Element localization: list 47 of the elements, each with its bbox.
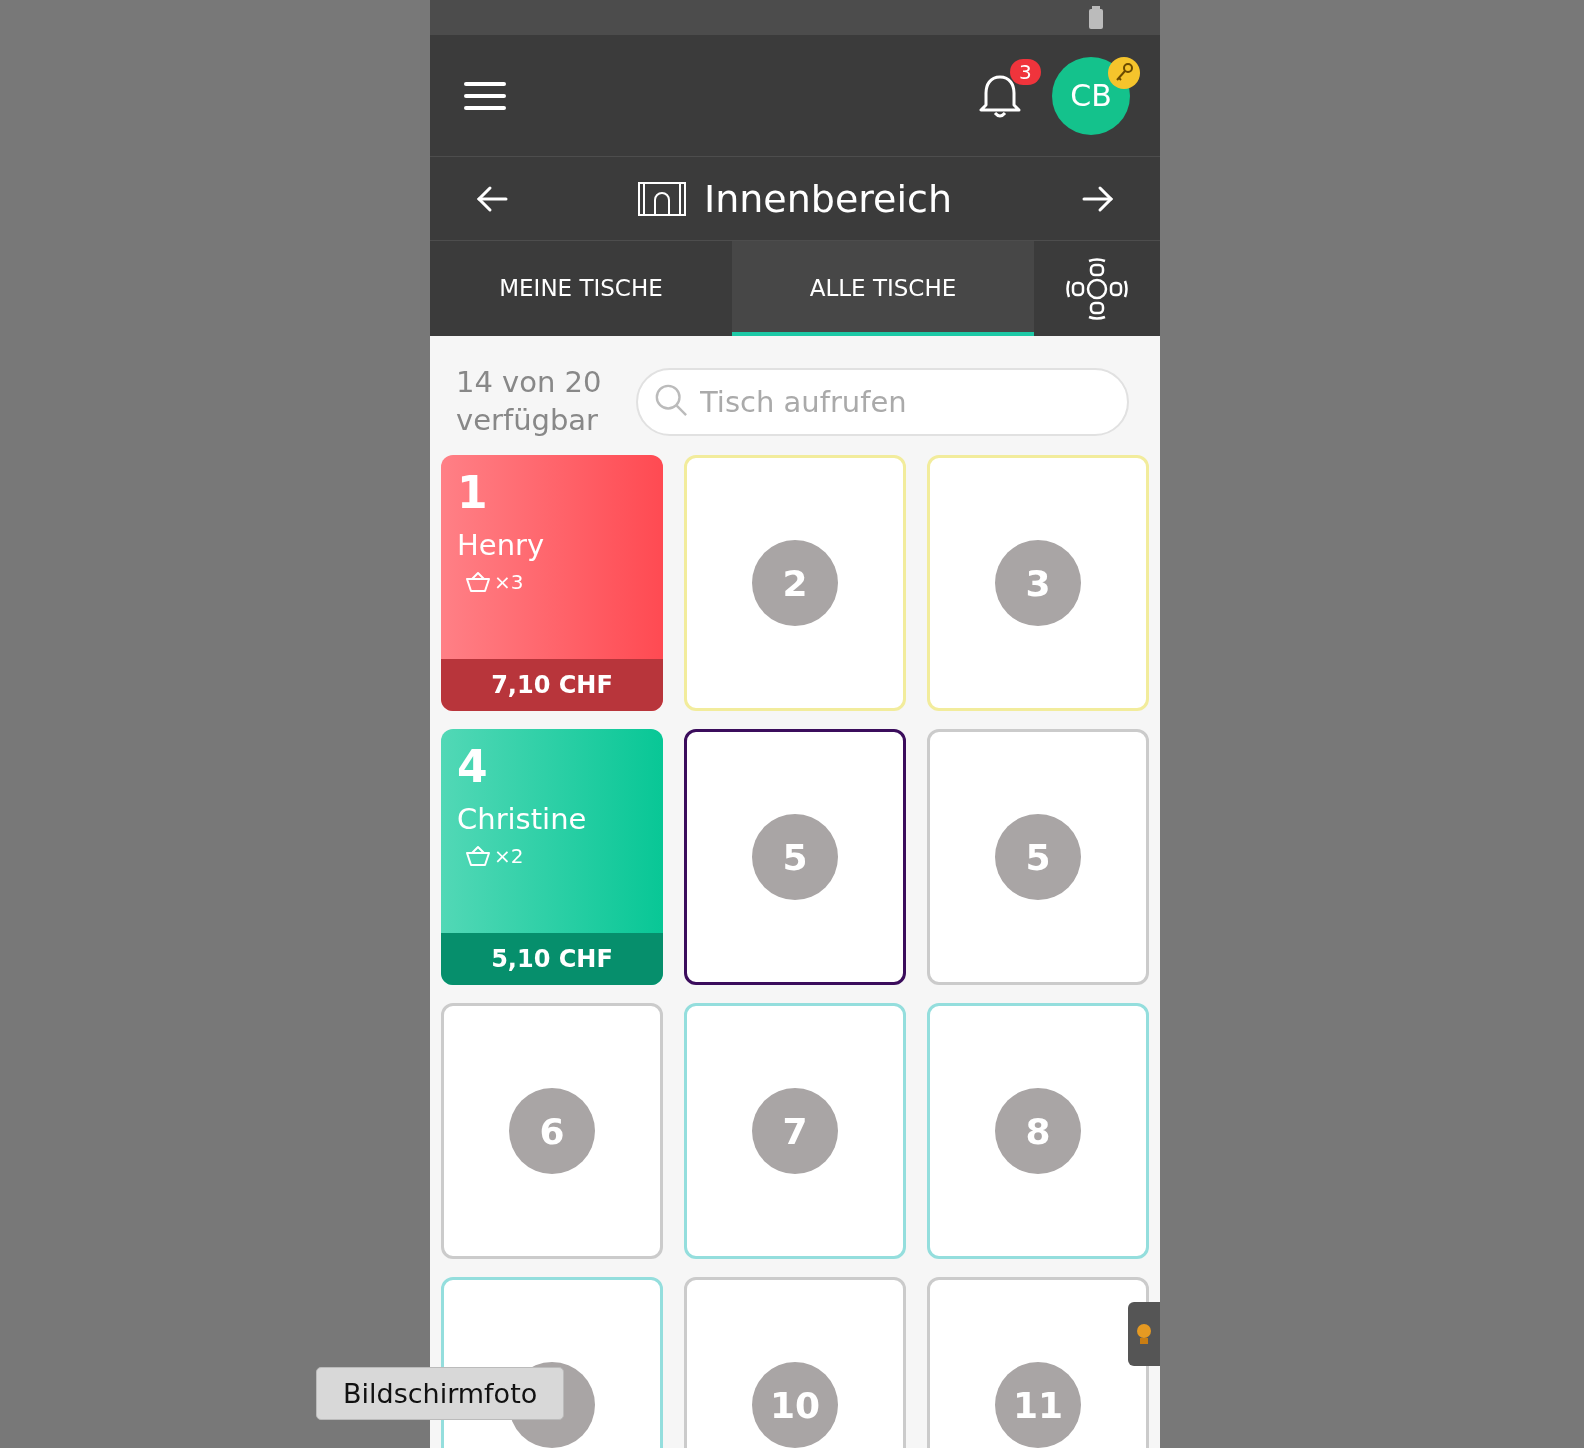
room-icon — [637, 181, 686, 216]
table-card[interactable]: 7 — [684, 1003, 906, 1260]
table-card[interactable]: 3 — [927, 455, 1149, 712]
basket-icon — [465, 845, 491, 868]
side-handle[interactable] — [1128, 1302, 1160, 1366]
menu-icon[interactable] — [464, 80, 506, 111]
table-number: 8 — [995, 1088, 1081, 1175]
guest-name: Christine — [456, 801, 588, 837]
table-card[interactable]: 6 — [441, 1003, 663, 1260]
table-number: 11 — [995, 1362, 1081, 1448]
table-card[interactable]: 8 — [927, 1003, 1149, 1260]
table-card[interactable]: 4 Christine ×2 5,10 CHF — [441, 729, 663, 986]
table-card[interactable]: 5 — [684, 729, 906, 986]
availability-text: 14 von 20 verfügbar — [456, 364, 603, 439]
search-field[interactable]: Tisch aufrufen — [636, 367, 1129, 436]
table-card[interactable]: 5 — [927, 729, 1149, 986]
table-number: 5 — [752, 814, 838, 901]
table-number: 1 — [456, 466, 489, 519]
table-number: 4 — [456, 740, 489, 793]
area-title: Innenbereich — [703, 176, 952, 221]
table-number: 5 — [995, 814, 1081, 901]
table-card[interactable]: 11 — [927, 1277, 1149, 1448]
key-icon — [1108, 56, 1140, 89]
guest-name: Henry — [456, 527, 546, 563]
table-total: 7,10 CHF — [441, 659, 663, 712]
item-count: ×3 — [494, 570, 524, 595]
item-count: ×2 — [494, 844, 524, 869]
forward-arrow-icon[interactable] — [1082, 184, 1114, 213]
table-number: 7 — [752, 1088, 838, 1175]
table-number: 10 — [752, 1362, 838, 1448]
notification-badge: 3 — [1010, 58, 1041, 85]
basket-icon — [465, 571, 491, 594]
tab[interactable]: ALLE TISCHE — [732, 241, 1034, 336]
table-number: 6 — [509, 1088, 595, 1175]
table-number: 3 — [995, 540, 1081, 627]
table-layout-icon[interactable] — [1065, 256, 1129, 321]
back-arrow-icon[interactable] — [476, 184, 508, 213]
battery-icon — [1088, 5, 1104, 30]
tooltip: Bildschirmfoto — [316, 1367, 565, 1420]
table-card[interactable]: 1 Henry ×3 7,10 CHF — [441, 455, 663, 712]
tab[interactable]: MEINE TISCHE — [430, 241, 732, 336]
table-card[interactable]: 2 — [684, 455, 906, 712]
table-total: 5,10 CHF — [441, 933, 663, 986]
search-icon — [654, 382, 688, 417]
table-number: 2 — [752, 540, 838, 627]
table-card[interactable]: 10 — [684, 1277, 906, 1448]
user-avatar[interactable]: CB — [1052, 56, 1130, 135]
